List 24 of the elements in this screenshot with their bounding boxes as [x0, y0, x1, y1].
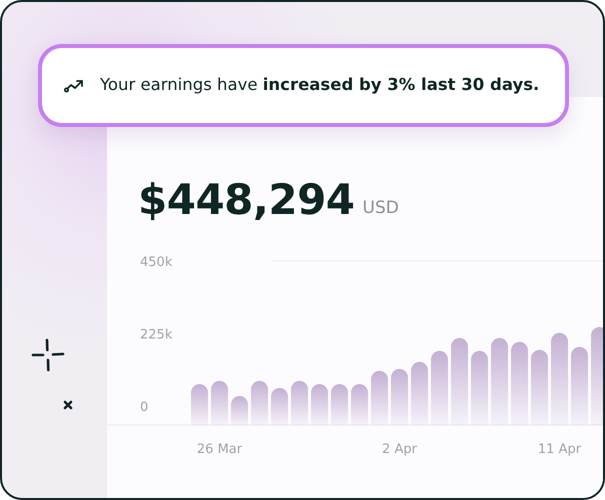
x-axis-label: 26 Mar	[196, 442, 242, 457]
y-axis-label: 450k	[140, 255, 172, 270]
bar	[351, 384, 368, 425]
currency-label: USD	[362, 196, 399, 220]
bar	[191, 384, 208, 425]
y-axis-label: 0	[140, 400, 148, 415]
bar	[231, 396, 248, 425]
bar	[251, 380, 268, 425]
bar	[271, 388, 288, 425]
bar	[331, 384, 348, 425]
sparkle-icon	[31, 338, 65, 372]
bar	[411, 362, 428, 425]
banner-message: Your earnings have increased by 3% last 30 days.	[100, 74, 540, 96]
cross-icon	[62, 399, 74, 411]
bar	[311, 384, 328, 425]
earnings-amount: $448,294	[138, 179, 355, 221]
x-axis-label: 2 Apr	[382, 442, 417, 457]
y-axis-label: 225k	[140, 328, 172, 342]
bar	[371, 370, 388, 425]
x-axis-label: 11 Apr	[538, 442, 582, 457]
bar	[211, 380, 228, 425]
bar	[291, 380, 308, 425]
bar	[391, 368, 408, 425]
trend-up-icon	[64, 78, 84, 92]
